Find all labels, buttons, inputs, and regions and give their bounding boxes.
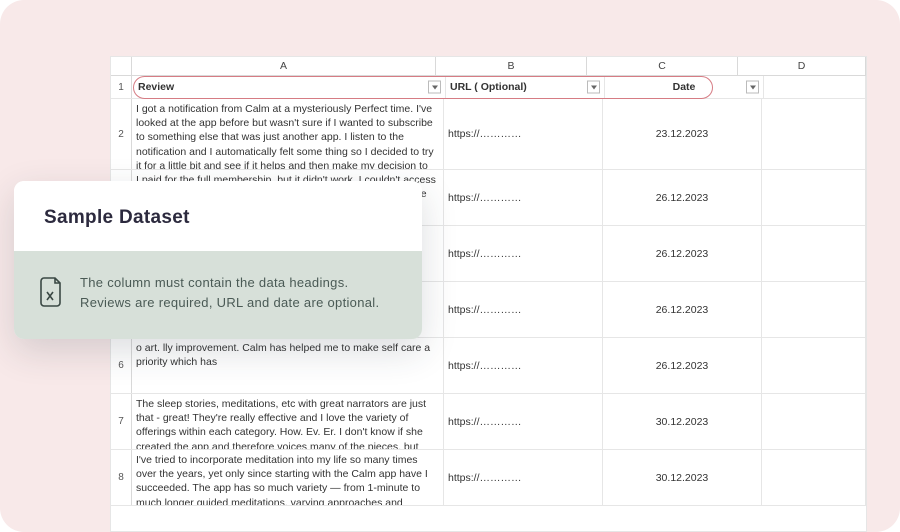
header-cell-empty[interactable] [764, 76, 866, 98]
cell-text: https://………… [448, 192, 522, 204]
cell-text: https://………… [448, 360, 522, 372]
cell-date[interactable]: 26.12.2023 [603, 282, 762, 337]
cell-date[interactable]: 26.12.2023 [603, 338, 762, 393]
table-row: 8I've tried to incorporate meditation in… [111, 450, 866, 506]
cell-url[interactable]: https://………… [444, 99, 603, 169]
cell-empty[interactable] [762, 226, 866, 281]
page-background: A B C D 1 Review URL ( Optional) Date 2I… [0, 0, 900, 532]
cell-empty[interactable] [762, 394, 866, 449]
header-cell-date[interactable]: Date [605, 76, 764, 98]
column-header-c[interactable]: C [587, 57, 738, 75]
cell-url[interactable]: https://………… [444, 394, 603, 449]
cell-text: 30.12.2023 [656, 416, 709, 428]
table-row: 7The sleep stories, meditations, etc wit… [111, 394, 866, 450]
spreadsheet-file-icon [40, 277, 64, 312]
cell-review[interactable]: I've tried to incorporate meditation int… [132, 450, 444, 505]
cell-text: I've tried to incorporate meditation int… [136, 453, 439, 505]
row-number[interactable]: 2 [111, 99, 132, 169]
cell-url[interactable]: https://………… [444, 338, 603, 393]
header-label: Date [673, 81, 696, 93]
cell-review[interactable]: The sleep stories, meditations, etc with… [132, 394, 444, 449]
card-title: Sample Dataset [44, 207, 392, 229]
column-header-d[interactable]: D [738, 57, 866, 75]
column-header-a[interactable]: A [132, 57, 436, 75]
cell-text: o [136, 341, 439, 369]
cell-empty[interactable] [762, 338, 866, 393]
card-description: The column must contain the data heading… [80, 273, 396, 313]
card-header: Sample Dataset [14, 181, 422, 251]
cell-review[interactable]: I got a notification from Calm at a myst… [132, 99, 444, 169]
header-label: Review [138, 80, 174, 94]
cell-date[interactable]: 26.12.2023 [603, 170, 762, 225]
cell-text: https://………… [448, 128, 522, 140]
filter-icon[interactable] [428, 81, 441, 94]
cell-url[interactable]: https://………… [444, 226, 603, 281]
filter-icon[interactable] [746, 81, 759, 94]
cell-empty[interactable] [762, 450, 866, 505]
column-header-row: A B C D [111, 57, 866, 76]
select-all-corner[interactable] [111, 57, 132, 75]
cell-text: https://………… [448, 472, 522, 484]
cell-url[interactable]: https://………… [444, 282, 603, 337]
cell-date[interactable]: 30.12.2023 [603, 394, 762, 449]
cell-text: https://………… [448, 416, 522, 428]
cell-text: I got a notification from Calm at a myst… [136, 102, 439, 169]
cell-empty[interactable] [762, 170, 866, 225]
filter-icon[interactable] [587, 81, 600, 94]
cell-text: 23.12.2023 [656, 128, 709, 140]
table-row: 2I got a notification from Calm at a mys… [111, 99, 866, 170]
cell-text: https://………… [448, 248, 522, 260]
cell-empty[interactable] [762, 99, 866, 169]
cell-text: https://………… [448, 304, 522, 316]
sample-dataset-card: Sample Dataset The column must contain t… [14, 181, 422, 339]
cell-empty[interactable] [762, 282, 866, 337]
cell-text: 26.12.2023 [656, 304, 709, 316]
cell-url[interactable]: https://………… [444, 170, 603, 225]
cell-date[interactable]: 26.12.2023 [603, 226, 762, 281]
column-header-b[interactable]: B [436, 57, 587, 75]
header-label: URL ( Optional) [450, 81, 527, 93]
cell-review[interactable]: o [132, 338, 444, 393]
table-row: 6 [111, 338, 866, 394]
cell-text: 30.12.2023 [656, 472, 709, 484]
cell-text: 26.12.2023 [656, 360, 709, 372]
cell-text: The sleep stories, meditations, etc with… [136, 397, 439, 449]
card-body: The column must contain the data heading… [14, 251, 422, 339]
row-number[interactable]: 6 [111, 338, 132, 393]
cell-url[interactable]: https://………… [444, 450, 603, 505]
header-cell-review[interactable]: Review [132, 76, 446, 98]
row-number[interactable]: 1 [111, 76, 132, 98]
cell-text: 26.12.2023 [656, 192, 709, 204]
cell-text: 26.12.2023 [656, 248, 709, 260]
cell-date[interactable]: 30.12.2023 [603, 450, 762, 505]
row-number[interactable]: 7 [111, 394, 132, 449]
header-row: 1 Review URL ( Optional) Date [111, 76, 866, 99]
cell-date[interactable]: 23.12.2023 [603, 99, 762, 169]
header-cell-url[interactable]: URL ( Optional) [446, 76, 605, 98]
row-number[interactable]: 8 [111, 450, 132, 505]
